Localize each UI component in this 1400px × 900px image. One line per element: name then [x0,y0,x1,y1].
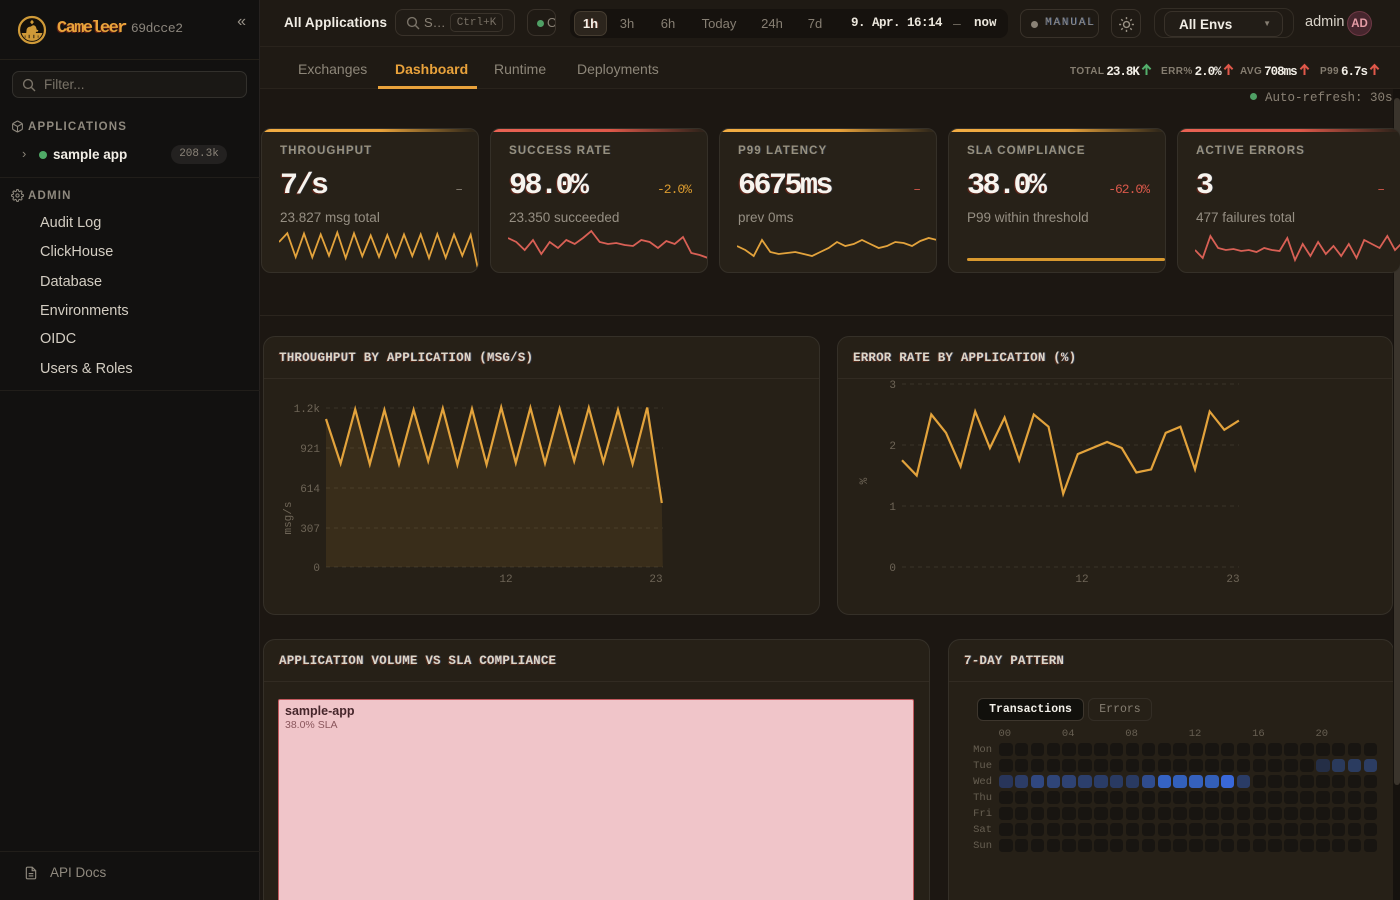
svg-text:921: 921 [300,444,320,456]
svg-text:307: 307 [300,524,320,536]
svg-text:3: 3 [889,380,896,392]
svg-text:1: 1 [889,502,896,514]
svg-text:614: 614 [300,484,320,496]
svg-text:0: 0 [889,563,896,575]
svg-text:23: 23 [649,574,662,586]
svg-text:23: 23 [1226,574,1239,586]
svg-text:msg/s: msg/s [283,501,295,534]
svg-text:0: 0 [313,563,320,575]
svg-text:%: % [859,477,871,484]
svg-text:2: 2 [889,441,896,453]
svg-text:12: 12 [1075,574,1088,586]
svg-text:1.2k: 1.2k [294,404,321,416]
svg-text:12: 12 [499,574,512,586]
